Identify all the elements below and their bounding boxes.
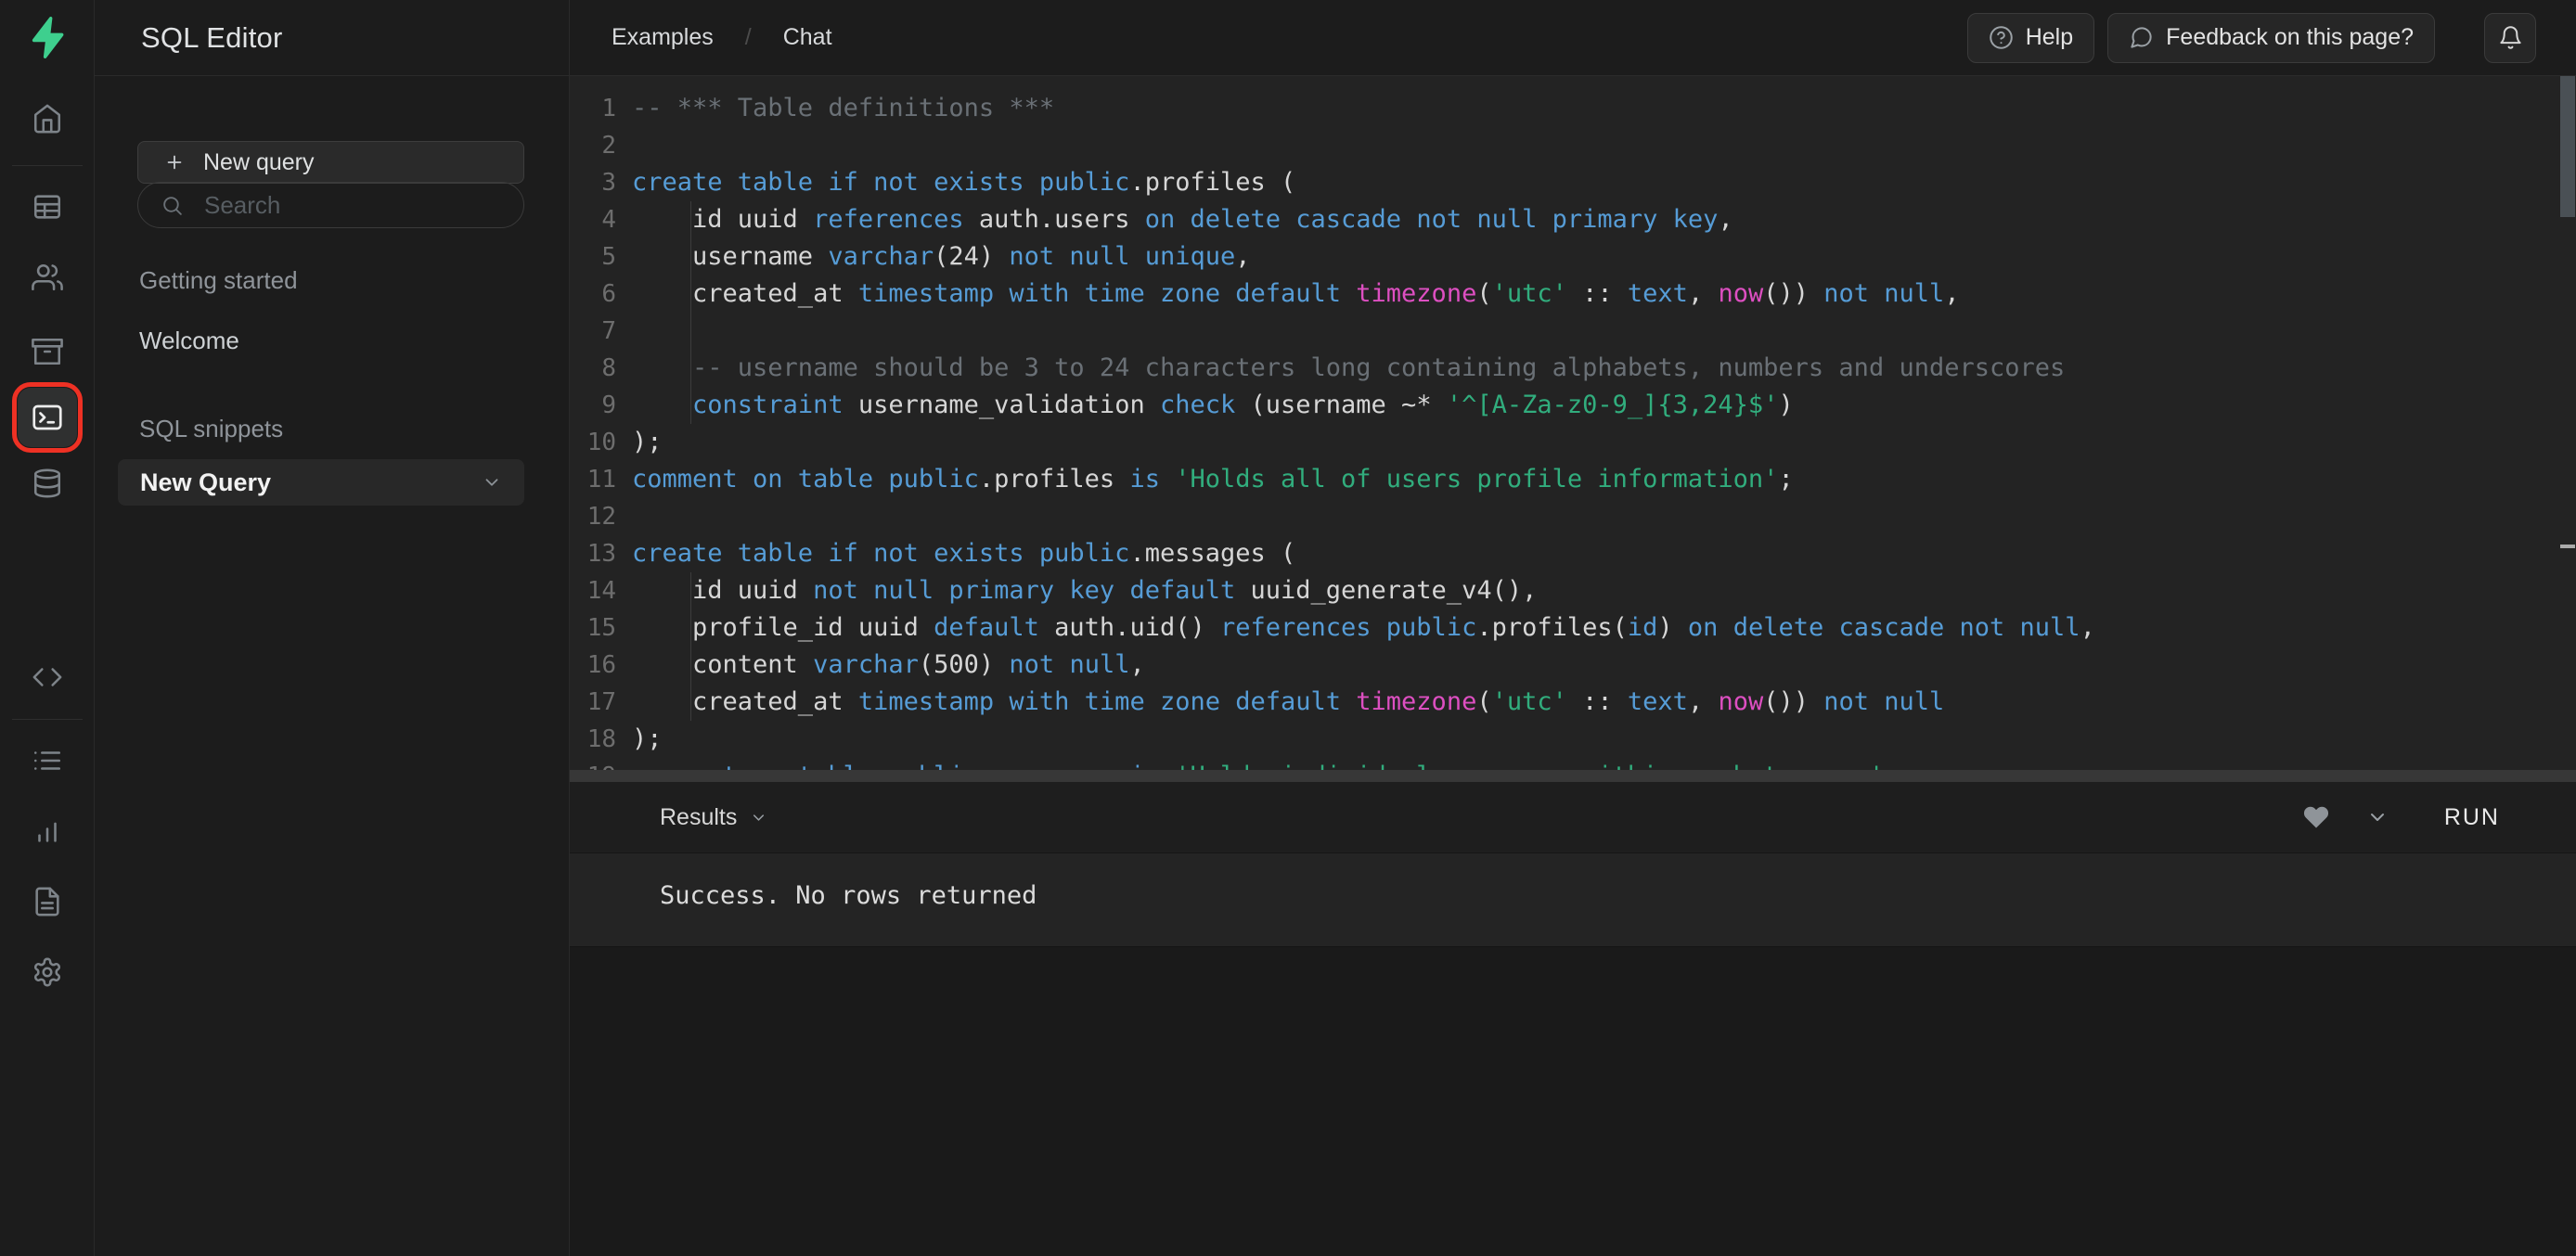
code-line: 9 constraint username_validation check (… (570, 387, 2576, 424)
code-line: 13create table if not exists public.mess… (570, 535, 2576, 572)
search-input[interactable] (204, 191, 515, 220)
line-number: 9 (570, 387, 616, 424)
chevron-down-icon (482, 472, 502, 493)
rail-divider (12, 719, 83, 720)
nav-database-icon[interactable] (32, 468, 63, 499)
line-number: 14 (570, 572, 616, 609)
breadcrumb-chat[interactable]: Chat (783, 24, 832, 51)
line-number: 11 (570, 461, 616, 498)
main-area: 1-- *** Table definitions ***23create ta… (570, 76, 2576, 1256)
line-number: 5 (570, 238, 616, 276)
results-output: Success. No rows returned (570, 853, 2576, 947)
queries-sidebar: New query Getting started Welcome SQL sn… (95, 76, 569, 1256)
code-line: 15 profile_id uuid default auth.uid() re… (570, 609, 2576, 647)
success-message: Success. No rows returned (660, 881, 1037, 910)
vertical-scrollbar[interactable] (2560, 76, 2575, 217)
nav-logs-list-icon[interactable] (32, 745, 63, 776)
code-line: 17 created_at timestamp with time zone d… (570, 684, 2576, 721)
heart-icon (2302, 803, 2330, 831)
help-button[interactable]: Help (1967, 13, 2094, 63)
feedback-button[interactable]: Feedback on this page? (2107, 13, 2435, 63)
breadcrumb-separator: / (745, 24, 752, 51)
code-line: 18); (570, 721, 2576, 758)
notifications-button[interactable] (2484, 13, 2536, 63)
line-number: 7 (570, 313, 616, 350)
breadcrumb-examples[interactable]: Examples (612, 24, 714, 51)
supabase-logo[interactable] (25, 15, 70, 59)
nav-sql-editor-active[interactable] (18, 388, 77, 447)
code-line: 16 content varchar(500) not null, (570, 647, 2576, 684)
new-query-label: New query (203, 149, 315, 176)
plus-icon (164, 152, 185, 173)
code-line: 10); (570, 424, 2576, 461)
code-line: 1-- *** Table definitions *** (570, 90, 2576, 127)
line-number: 13 (570, 535, 616, 572)
line-number: 1 (570, 90, 616, 127)
line-number: 18 (570, 721, 616, 758)
panel-divider (569, 0, 570, 1256)
nav-auth-users-icon[interactable] (32, 262, 63, 293)
nav-home-icon[interactable] (32, 103, 63, 135)
line-number: 4 (570, 201, 616, 238)
line-number: 19 (570, 758, 616, 770)
help-label: Help (2026, 24, 2073, 51)
feedback-label: Feedback on this page? (2166, 24, 2414, 51)
code-line: 14 id uuid not null primary key default … (570, 572, 2576, 609)
page-title: SQL Editor (141, 21, 282, 55)
nav-storage-icon[interactable] (32, 336, 63, 367)
results-bar: Results RUN (570, 782, 2576, 853)
results-label: Results (660, 804, 737, 831)
favorite-button[interactable] (2302, 803, 2330, 831)
code-line: 7 (570, 313, 2576, 350)
code-line: 5 username varchar(24) not null unique, (570, 238, 2576, 276)
run-options-button[interactable] (2366, 806, 2389, 828)
results-dropdown[interactable]: Results (660, 804, 767, 831)
code-line: 2 (570, 127, 2576, 164)
code-line: 4 id uuid references auth.users on delet… (570, 201, 2576, 238)
chevron-down-icon (750, 809, 767, 827)
code-lines: 1-- *** Table definitions ***23create ta… (570, 76, 2576, 770)
line-number: 3 (570, 164, 616, 201)
nav-reports-chart-icon[interactable] (32, 814, 63, 846)
terminal-icon (31, 401, 64, 434)
line-number: 12 (570, 498, 616, 535)
line-number: 16 (570, 647, 616, 684)
chevron-down-icon (2366, 806, 2389, 828)
sidebar-item-new-query[interactable]: New Query (118, 459, 524, 506)
nav-docs-file-icon[interactable] (32, 886, 63, 917)
nav-api-code-icon[interactable] (32, 661, 63, 693)
line-number: 17 (570, 684, 616, 721)
sidebar-rail (0, 0, 95, 1256)
rail-divider (12, 165, 83, 166)
line-number: 2 (570, 127, 616, 164)
run-button[interactable]: RUN (2444, 804, 2500, 831)
code-line: 6 created_at timestamp with time zone de… (570, 276, 2576, 313)
section-getting-started: Getting started (139, 266, 298, 295)
scrollbar-marker (2560, 545, 2575, 548)
sidebar-item-welcome[interactable]: Welcome (139, 327, 239, 355)
top-header: SQL Editor Examples / Chat Help Feedback… (95, 0, 2576, 76)
code-line: 11comment on table public.profiles is 'H… (570, 461, 2576, 498)
bell-icon (2498, 25, 2523, 50)
sql-editor[interactable]: 1-- *** Table definitions ***23create ta… (570, 76, 2576, 770)
nav-table-editor-icon[interactable] (32, 191, 63, 223)
search-icon (161, 194, 184, 217)
line-number: 6 (570, 276, 616, 313)
line-number: 10 (570, 424, 616, 461)
line-number: 8 (570, 350, 616, 387)
code-line: 12 (570, 498, 2576, 535)
breadcrumb: Examples / Chat (612, 24, 832, 51)
horizontal-scrollbar[interactable] (570, 770, 2576, 782)
code-line: 3create table if not exists public.profi… (570, 164, 2576, 201)
new-query-button[interactable]: New query (137, 141, 524, 184)
help-circle-icon (1989, 25, 2014, 50)
speech-bubble-icon (2129, 25, 2154, 50)
line-number: 15 (570, 609, 616, 647)
section-sql-snippets: SQL snippets (139, 415, 283, 443)
search-box (137, 182, 524, 228)
code-line: 19comment on table public.messages is 'H… (570, 758, 2576, 770)
code-line: 8 -- username should be 3 to 24 characte… (570, 350, 2576, 387)
nav-settings-gear-icon[interactable] (32, 956, 63, 988)
snippet-name: New Query (140, 468, 271, 497)
